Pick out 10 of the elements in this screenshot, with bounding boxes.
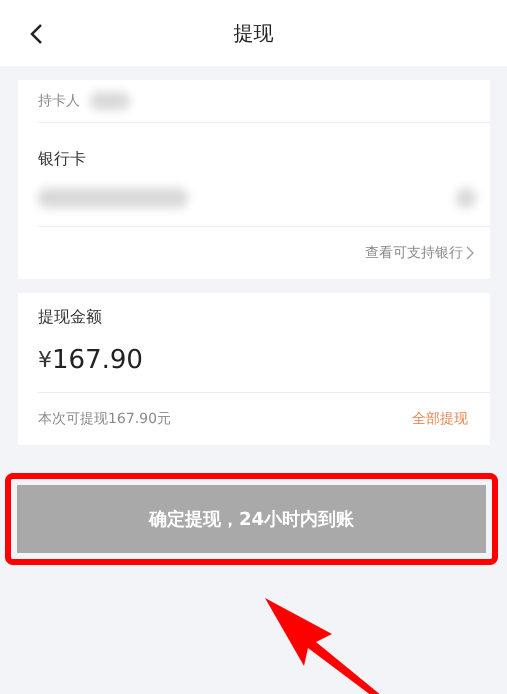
chevron-icon [466, 246, 474, 260]
available-amount: 本次可提现167.90元 [38, 410, 171, 428]
holder-label: 持卡人 [38, 92, 80, 110]
withdraw-all-link[interactable]: 全部提现 [412, 410, 468, 428]
amount-field[interactable]: ¥167.90 [38, 328, 490, 393]
bank-card-label: 银行卡 [38, 149, 87, 170]
page-title: 提现 [234, 20, 274, 46]
amount-label: 提现金额 [38, 307, 103, 328]
back-icon [29, 23, 43, 45]
supported-banks-link[interactable]: 查看可支持银行 [365, 244, 474, 262]
